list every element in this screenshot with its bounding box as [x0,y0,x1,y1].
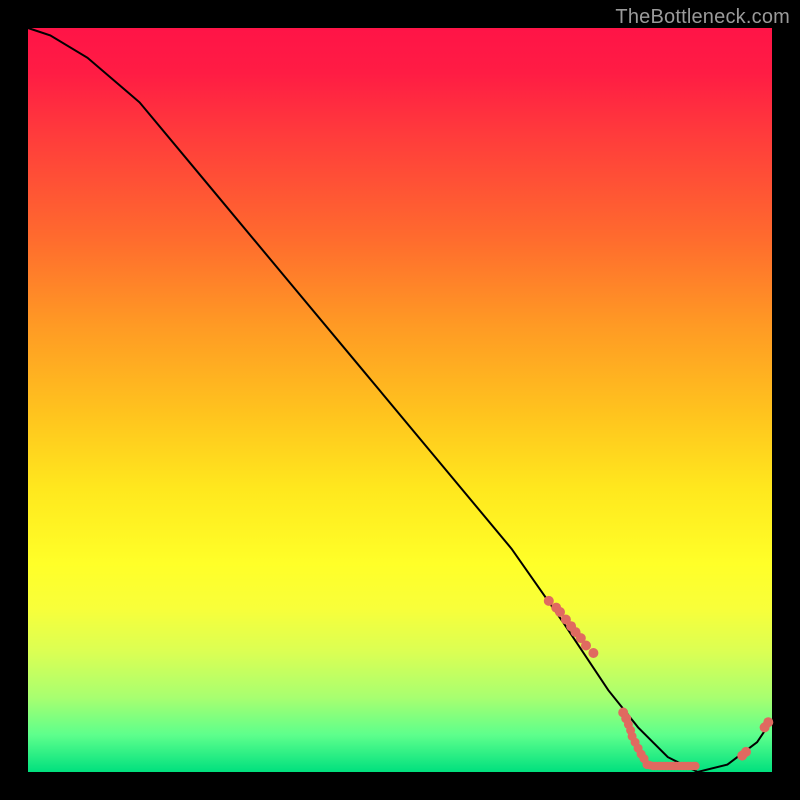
highlight-dot [691,762,699,770]
highlight-dot [581,641,591,651]
highlight-dots [544,596,774,770]
chart-frame: TheBottleneck.com [0,0,800,800]
highlight-dot [544,596,554,606]
watermark-text: TheBottleneck.com [615,6,790,29]
plot-gradient-bg [28,28,772,772]
highlight-dot [763,717,773,727]
highlight-dot [741,747,751,757]
highlight-dot [588,648,598,658]
plot-svg [28,28,772,772]
curve-line [28,28,772,772]
